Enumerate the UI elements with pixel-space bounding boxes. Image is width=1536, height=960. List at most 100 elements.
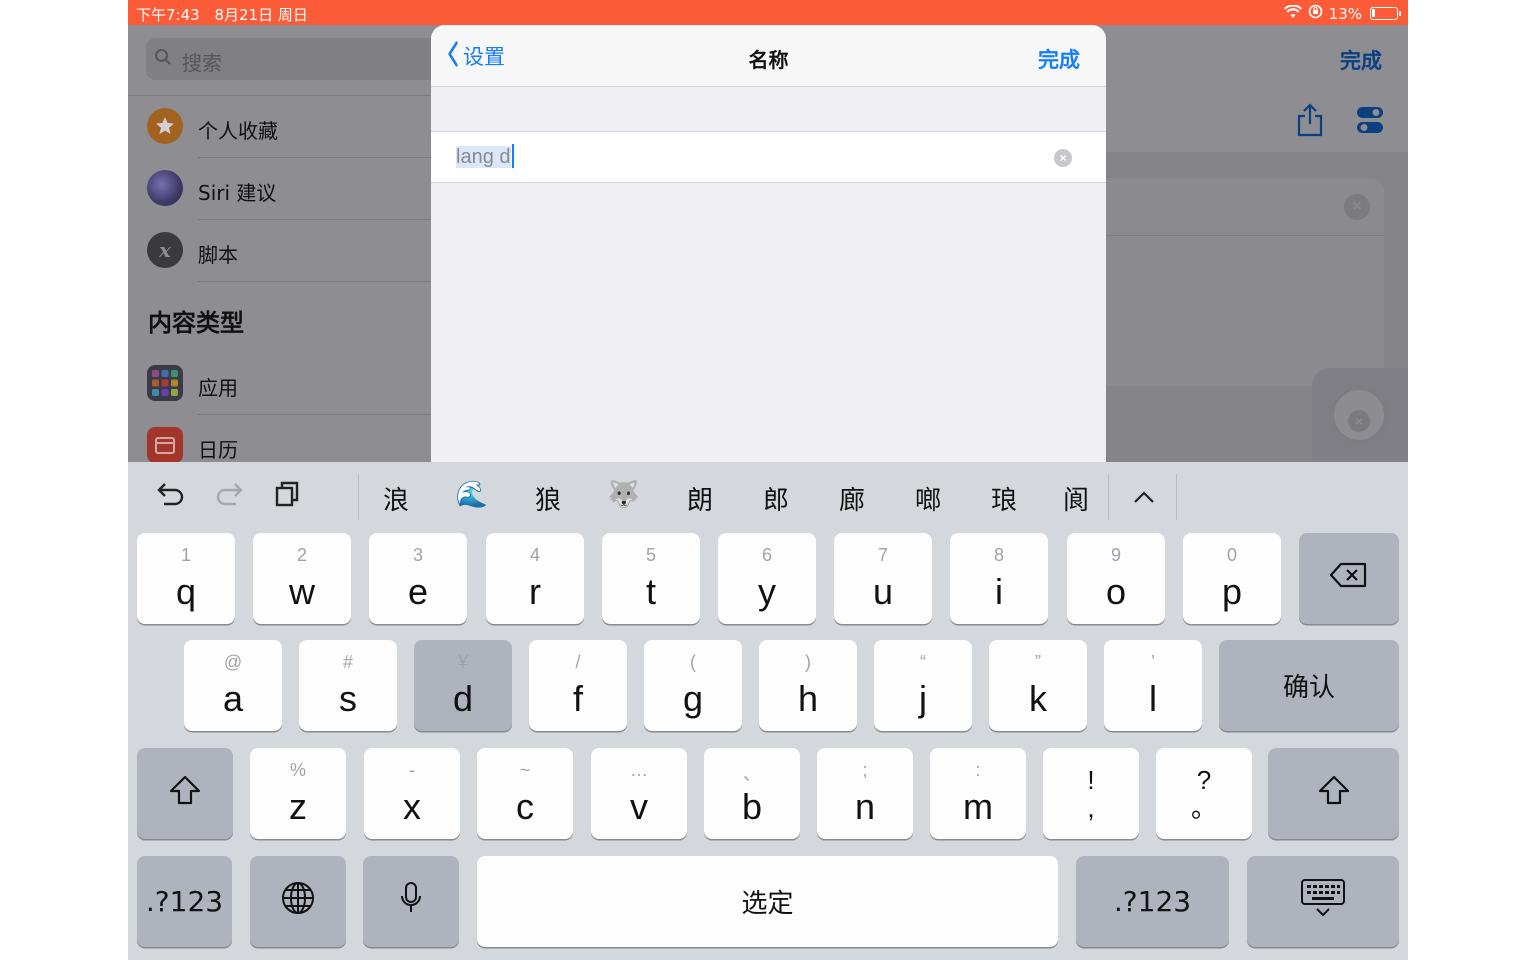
key-label: v [630,786,648,827]
redo-icon[interactable] [214,480,244,515]
key-n[interactable]: ; n [817,748,913,839]
space-key[interactable]: 选定 [477,856,1058,947]
key-x[interactable]: -x [364,748,460,839]
share-icon[interactable] [1296,103,1324,145]
key-b[interactable]: 、 b [704,748,800,839]
sidebar-item-apps[interactable]: 应用 [128,353,431,415]
done-button[interactable]: 完成 [1038,44,1080,74]
sidebar-item-label: Siri 建议 [198,181,277,205]
key-label: n [854,786,876,827]
shift-key-right[interactable] [1268,748,1399,839]
microphone-icon [363,856,459,947]
key-bottom-label: 。 [1190,793,1217,823]
floating-button[interactable]: × [1312,368,1408,462]
key-label: 确认 [1282,673,1335,703]
candidate-item[interactable]: 狼 [518,480,578,517]
undo-icon[interactable] [156,480,186,515]
key-label: .?123 [1113,885,1192,918]
key-w[interactable]: 2w [253,533,351,624]
key-c[interactable]: ~ c [477,748,573,839]
key-i[interactable]: 8i [950,533,1048,624]
key-label: k [1029,678,1047,719]
key-p[interactable]: 0p [1183,533,1281,624]
name-input[interactable]: lang d [456,144,514,169]
key-a[interactable]: @ a [184,640,282,731]
candidate-item[interactable]: 琅 [974,480,1034,517]
key-z[interactable]: % z [250,748,346,839]
key-label: t [645,571,656,612]
key-g[interactable]: (g [644,640,742,731]
shift-key-left[interactable] [137,748,233,839]
candidate-item[interactable]: 郎 [746,480,806,517]
key-label: m [963,786,993,827]
key-f[interactable]: / f [529,640,627,731]
divider [1108,474,1109,520]
hide-keyboard-key[interactable] [1247,856,1399,947]
key-label: l [1149,678,1157,719]
key-label: c [516,786,534,827]
sidebar-item-scripting[interactable]: x 脚本 [128,220,431,282]
key-m[interactable]: :m [930,748,1026,839]
globe-key[interactable] [250,856,346,947]
candidate-item[interactable]: 🐺 [594,480,654,510]
key-label: e [407,571,429,612]
key-e[interactable]: 3e [369,533,467,624]
key-label: p [1221,571,1243,612]
key-h[interactable]: ) h [759,640,857,731]
key-label: .?123 [145,885,224,918]
candidate-item[interactable]: 阆 [1046,480,1106,517]
background-done-button[interactable]: 完成 [1340,45,1382,75]
remove-action-icon[interactable]: × [1344,194,1370,220]
action-card-header [1106,178,1384,236]
paste-icon[interactable] [274,480,300,515]
key-alt-label: @ [223,652,243,672]
confirm-key[interactable]: 确认 [1219,640,1399,731]
candidate-item[interactable]: 浪 [366,480,426,517]
numbers-key-right[interactable]: .?123 [1076,856,1229,947]
numbers-key-left[interactable]: .?123 [137,856,232,947]
key-alt-label: 3 [412,545,423,565]
candidate-item[interactable]: 🌊 [442,480,502,510]
key-u[interactable]: 7u [834,533,932,624]
key-y[interactable]: 6y [718,533,816,624]
clear-text-icon[interactable]: × [1054,149,1072,167]
name-field-row[interactable]: lang d × [431,131,1106,183]
key-l[interactable]: ’ l [1104,640,1202,731]
key-r[interactable]: 4r [486,533,584,624]
key-q[interactable]: 1q [137,533,235,624]
key-s[interactable]: # s [299,640,397,731]
key-label: z [289,786,307,827]
key-label: ?。 [1156,766,1252,822]
back-button[interactable]: 设置 [445,40,505,72]
key-d[interactable]: ¥ d [414,640,512,731]
sidebar-item-label: 个人收藏 [198,119,278,143]
key-v[interactable]: … v [591,748,687,839]
wifi-icon [1283,3,1302,23]
key-o[interactable]: 9o [1067,533,1165,624]
punctuation-key[interactable]: !, [1043,748,1139,839]
sidebar-item-siri-suggestions[interactable]: Siri 建议 [128,158,431,220]
key-alt-label: 0 [1226,545,1237,565]
key-t[interactable]: 5t [602,533,700,624]
punctuation-key[interactable]: ?。 [1156,748,1252,839]
battery-percent: 13% [1328,4,1362,23]
key-j[interactable]: “j [874,640,972,731]
chevron-up-icon[interactable] [1132,484,1156,517]
key-alt-label: ¥ [457,652,468,672]
key-alt-label: ; [862,760,868,780]
key-label: !, [1043,766,1139,822]
sidebar-item-favorites[interactable]: 个人收藏 [128,96,431,158]
chevron-left-icon [447,40,458,72]
key-k[interactable]: ” k [989,640,1087,731]
settings-toggle-icon[interactable] [1356,105,1384,135]
backspace-key[interactable] [1299,533,1399,624]
search-field[interactable]: 搜索 [146,38,446,80]
candidate-item[interactable]: 廊 [822,480,882,517]
key-label: u [872,571,894,612]
dictation-key[interactable] [363,856,459,947]
divider [198,281,431,282]
candidate-item[interactable]: 啷 [898,480,958,517]
divider [1176,474,1177,520]
candidate-item[interactable]: 朗 [670,480,730,517]
key-alt-label: 9 [1110,545,1121,565]
